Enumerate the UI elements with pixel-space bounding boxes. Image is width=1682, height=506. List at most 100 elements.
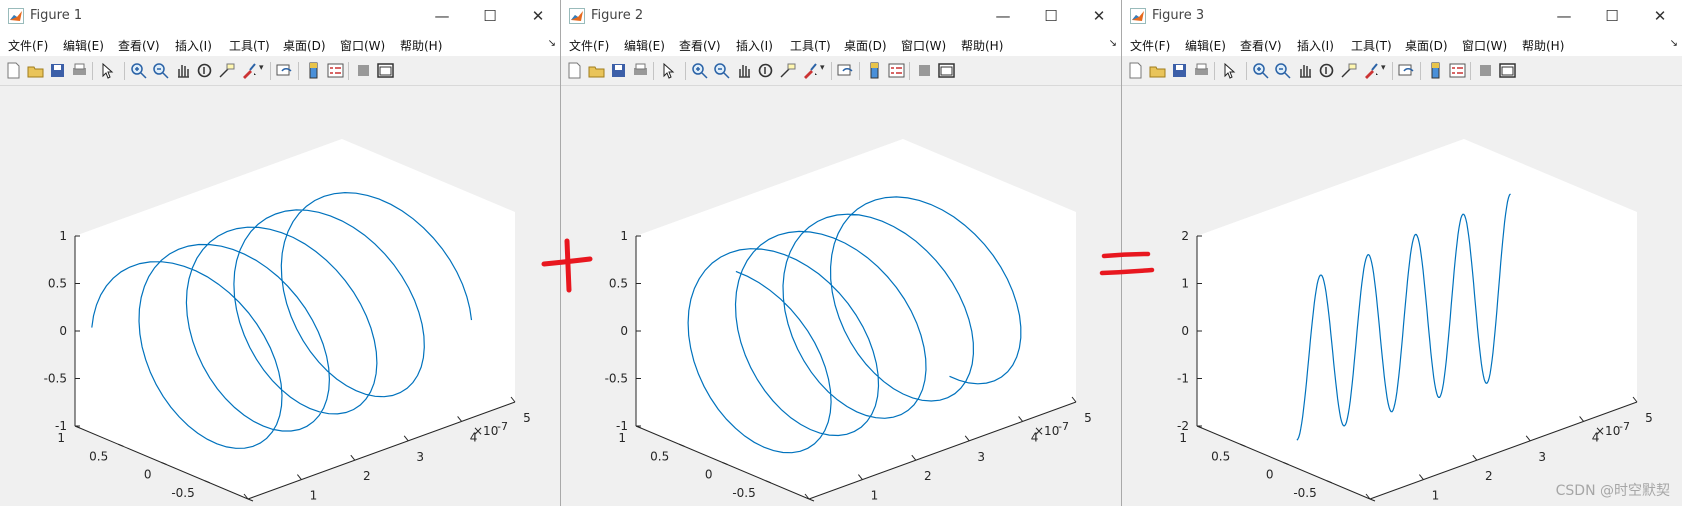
zoom-in-icon[interactable] [130,62,147,79]
data-cursor-icon[interactable] [779,62,796,79]
menu-insert[interactable]: 插入(I) [175,37,212,54]
menu-file[interactable]: 文件(F) [8,37,48,54]
link-plot-icon[interactable] [837,62,854,79]
legend-icon[interactable] [888,62,905,79]
minimize-button[interactable]: — [420,4,464,28]
legend-icon[interactable] [1449,62,1466,79]
save-icon[interactable] [610,62,627,79]
new-figure-icon[interactable] [566,62,583,79]
pan-hand-icon[interactable] [735,62,752,79]
menu-desktop[interactable]: 桌面(D) [844,37,887,54]
menu-desktop[interactable]: 桌面(D) [283,37,326,54]
brush-icon[interactable] [240,62,257,79]
pan-hand-icon[interactable] [1296,62,1313,79]
y-tick-label: 0 [705,468,713,482]
y-tick [808,498,815,502]
rotate-3d-icon[interactable] [1318,62,1335,79]
menu-view[interactable]: 查看(V) [1240,37,1282,54]
minimize-button[interactable]: — [981,4,1025,28]
colorbar-icon[interactable] [305,62,322,79]
link-plot-icon[interactable] [276,62,293,79]
edit-plot-arrow-icon[interactable] [98,62,115,79]
hide-plot-tools-icon[interactable] [1477,62,1494,79]
z-tick-label: 2 [1181,229,1189,243]
data-cursor-icon[interactable] [218,62,235,79]
edit-plot-arrow-icon[interactable] [1220,62,1237,79]
brush-icon[interactable] [801,62,818,79]
save-icon[interactable] [49,62,66,79]
zoom-out-icon[interactable] [1274,62,1291,79]
close-button[interactable]: ✕ [1638,4,1682,28]
menu-overflow-icon[interactable]: ↘ [1109,38,1117,49]
menu-file[interactable]: 文件(F) [1130,37,1170,54]
pan-hand-icon[interactable] [174,62,191,79]
menu-help[interactable]: 帮助(H) [400,37,442,54]
data-cursor-icon[interactable] [1340,62,1357,79]
legend-icon[interactable] [327,62,344,79]
maximize-button[interactable]: ☐ [1029,4,1073,28]
menu-tools[interactable]: 工具(T) [1351,37,1392,54]
menu-window[interactable]: 窗口(W) [1462,37,1507,54]
menu-window[interactable]: 窗口(W) [901,37,946,54]
open-file-icon[interactable] [588,62,605,79]
zoom-out-icon[interactable] [152,62,169,79]
menu-help[interactable]: 帮助(H) [961,37,1003,54]
zoom-out-icon[interactable] [713,62,730,79]
minimize-button[interactable]: — [1542,4,1586,28]
close-button[interactable]: ✕ [1077,4,1121,28]
show-plot-tools-icon[interactable] [377,62,394,79]
new-figure-icon[interactable] [5,62,22,79]
brush-icon[interactable] [1362,62,1379,79]
y-tick-label: 0.5 [650,449,669,463]
link-plot-icon[interactable] [1398,62,1415,79]
zoom-in-icon[interactable] [1252,62,1269,79]
colorbar-icon[interactable] [1427,62,1444,79]
menu-tools[interactable]: 工具(T) [790,37,831,54]
print-icon[interactable] [632,62,649,79]
hide-plot-tools-icon[interactable] [355,62,372,79]
edit-plot-arrow-icon[interactable] [659,62,676,79]
new-figure-icon[interactable] [1127,62,1144,79]
y-tick-label: 0.5 [89,449,108,463]
menu-help[interactable]: 帮助(H) [1522,37,1564,54]
z-tick-label: 0 [59,324,67,338]
brush-dropdown-icon[interactable]: ▾ [259,63,264,73]
menu-file[interactable]: 文件(F) [569,37,609,54]
show-plot-tools-icon[interactable] [1499,62,1516,79]
brush-dropdown-icon[interactable]: ▾ [820,63,825,73]
menu-insert[interactable]: 插入(I) [1297,37,1334,54]
menu-view[interactable]: 查看(V) [118,37,160,54]
open-file-icon[interactable] [1149,62,1166,79]
hide-plot-tools-icon[interactable] [916,62,933,79]
menu-edit[interactable]: 编辑(E) [624,37,665,54]
open-file-icon[interactable] [27,62,44,79]
axes-3d[interactable]: 10.50-0.5-110.50-0.5-1012345×10-7 [0,86,560,506]
x-tick-label: 2 [924,469,932,483]
maximize-button[interactable]: ☐ [468,4,512,28]
close-button[interactable]: ✕ [516,4,560,28]
menu-edit[interactable]: 编辑(E) [1185,37,1226,54]
menu-overflow-icon[interactable]: ↘ [548,38,556,49]
menu-edit[interactable]: 编辑(E) [63,37,104,54]
menu-view[interactable]: 查看(V) [679,37,721,54]
window-title: Figure 3 [1152,8,1205,23]
show-plot-tools-icon[interactable] [938,62,955,79]
menu-insert[interactable]: 插入(I) [736,37,773,54]
y-tick-label: -0.5 [171,486,194,500]
rotate-3d-icon[interactable] [196,62,213,79]
menu-desktop[interactable]: 桌面(D) [1405,37,1448,54]
maximize-button[interactable]: ☐ [1590,4,1634,28]
colorbar-icon[interactable] [866,62,883,79]
brush-dropdown-icon[interactable]: ▾ [1381,63,1386,73]
menu-window[interactable]: 窗口(W) [340,37,385,54]
axes-3d[interactable]: 10.50-0.5-110.50-0.5-1012345×10-7 [561,86,1121,506]
rotate-3d-icon[interactable] [757,62,774,79]
print-icon[interactable] [71,62,88,79]
save-icon[interactable] [1171,62,1188,79]
zoom-in-icon[interactable] [691,62,708,79]
axes-3d[interactable]: 210-1-210.50-0.5-1012345×10-7 [1122,86,1682,506]
menu-tools[interactable]: 工具(T) [229,37,270,54]
menu-overflow-icon[interactable]: ↘ [1670,38,1678,49]
toolbar-separator [348,62,349,80]
print-icon[interactable] [1193,62,1210,79]
